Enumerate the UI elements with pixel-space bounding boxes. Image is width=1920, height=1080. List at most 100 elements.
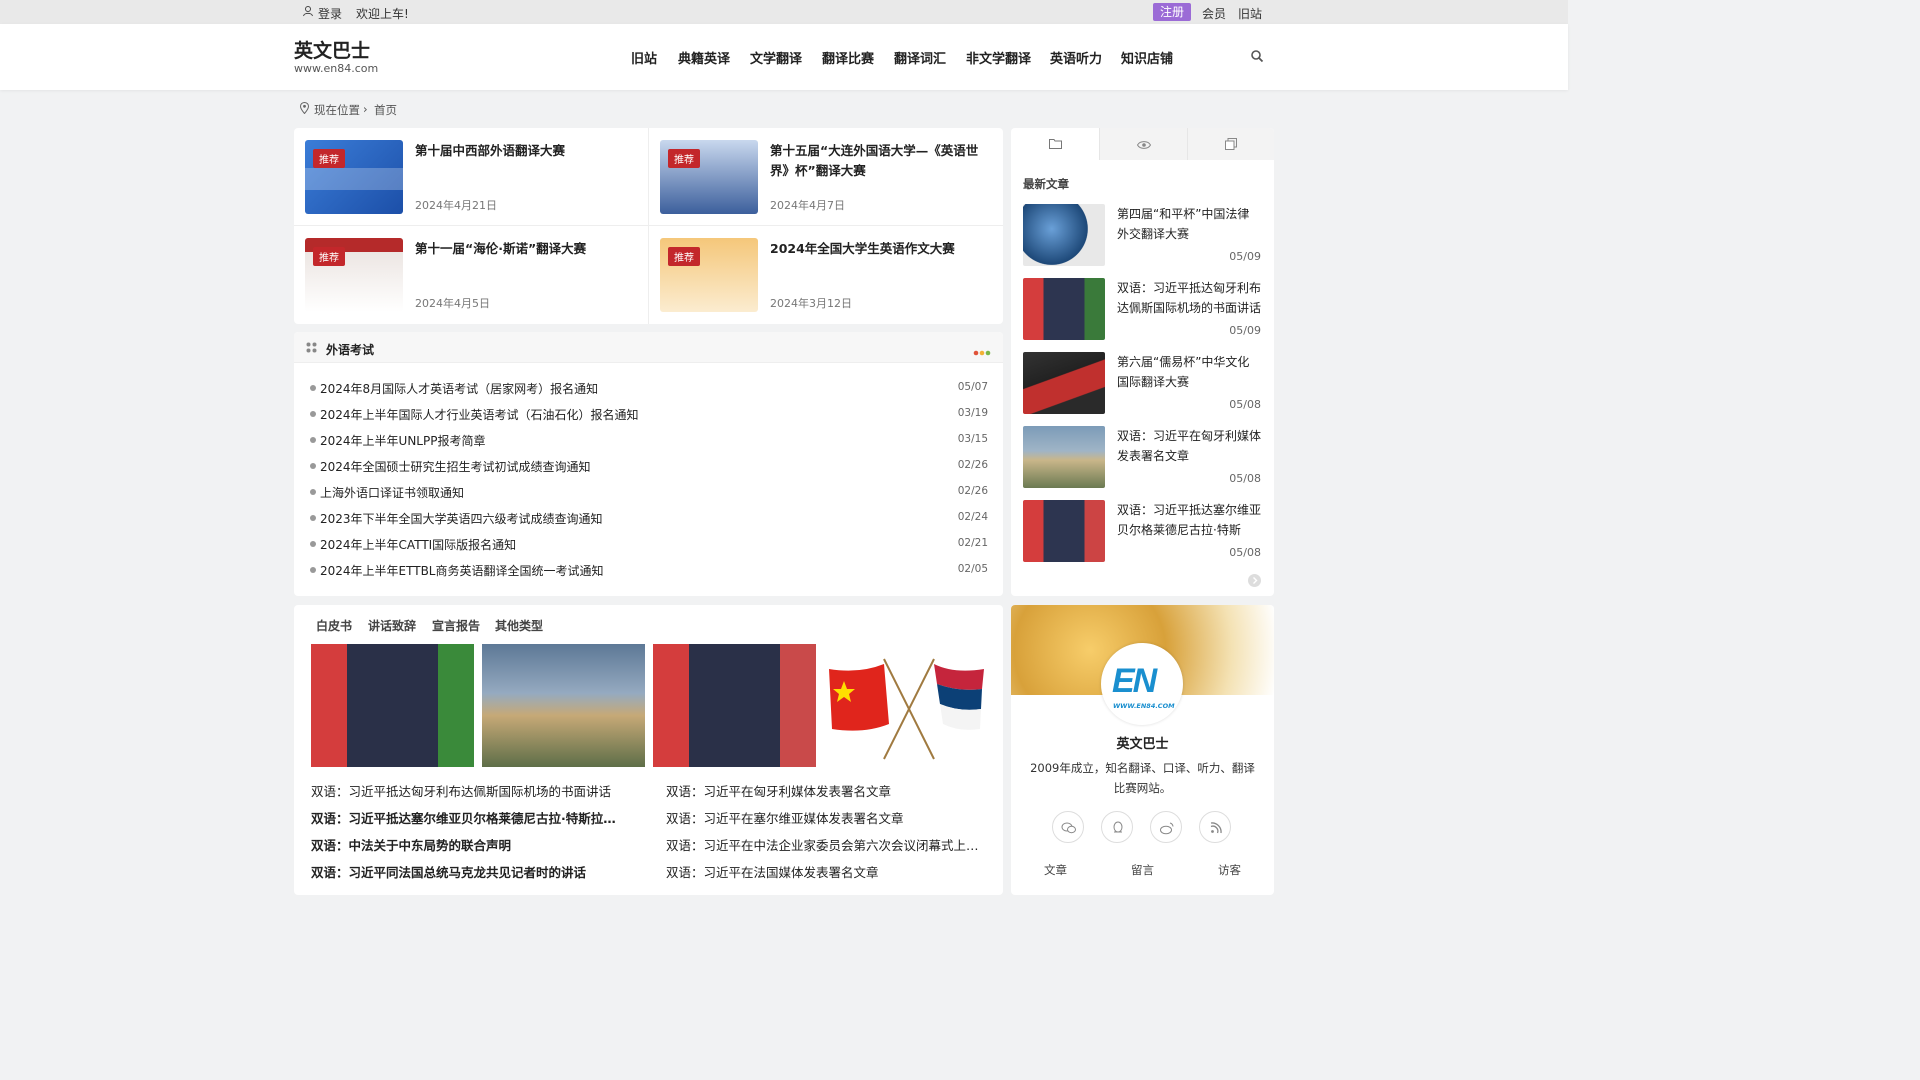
- site-header: 英文巴士 www.en84.com 旧站 典籍英译 文学翻译 翻译比赛 翻译词汇…: [0, 24, 1568, 90]
- site-logo[interactable]: 英文巴士: [294, 36, 370, 63]
- exam-item-title[interactable]: 2023年下半年全国大学英语四六级考试成绩查询通知: [320, 510, 603, 527]
- news-link[interactable]: 双语：习近平在塞尔维亚媒体发表署名文章: [666, 808, 982, 827]
- sidebar-article[interactable]: 双语：习近平在匈牙利媒体发表署名文章 05/08: [1023, 426, 1261, 490]
- weibo-icon[interactable]: [1150, 811, 1182, 843]
- nav-item-contests[interactable]: 翻译比赛: [822, 48, 874, 67]
- featured-item[interactable]: 推荐 2024年全国大学生英语作文大赛 2024年3月12日: [649, 226, 1003, 324]
- sidebar-article[interactable]: 第四届“和平杯”中国法律外交翻译大赛 05/09: [1023, 204, 1261, 268]
- member-link[interactable]: 会员: [1202, 5, 1226, 22]
- sidebar-tab-random[interactable]: [1187, 128, 1274, 160]
- exam-item-date: 03/15: [957, 433, 988, 445]
- exam-item-date: 02/26: [957, 459, 988, 471]
- tab-other[interactable]: 其他类型: [495, 617, 543, 634]
- featured-card: 推荐 第十届中西部外语翻译大赛 2024年4月21日 推荐 第十五届“大连外国语…: [294, 128, 1003, 324]
- news-link[interactable]: 双语：中法关于中东局势的联合声明: [311, 835, 627, 854]
- nav-item-shop[interactable]: 知识店铺: [1121, 48, 1173, 67]
- exam-item-title[interactable]: 2024年上半年UNLPP报考简章: [320, 432, 485, 449]
- featured-thumbnail[interactable]: 推荐: [660, 238, 758, 312]
- exam-item-date: 03/19: [957, 407, 988, 419]
- wechat-icon[interactable]: [1052, 811, 1084, 843]
- featured-thumbnail[interactable]: 推荐: [305, 238, 403, 312]
- rss-icon[interactable]: [1199, 811, 1231, 843]
- news-link[interactable]: 双语：习近平在法国媒体发表署名文章: [666, 862, 982, 881]
- news-link[interactable]: 双语：习近平同法国总统马克龙共见记者时的讲话: [311, 862, 627, 881]
- news-link[interactable]: 双语：习近平在匈牙利媒体发表署名文章: [666, 781, 982, 800]
- featured-item[interactable]: 推荐 第十一届“海伦·斯诺”翻译大赛 2024年4月5日: [294, 226, 648, 324]
- featured-date: 2024年4月5日: [415, 297, 490, 310]
- register-button[interactable]: 注册: [1153, 3, 1192, 21]
- gallery-image[interactable]: [653, 644, 816, 767]
- article-thumbnail[interactable]: [1023, 426, 1105, 488]
- nav-item-classics[interactable]: 典籍英译: [678, 48, 730, 67]
- list-item[interactable]: 2024年上半年UNLPP报考简章 03/15: [310, 430, 988, 450]
- article-thumbnail[interactable]: [1023, 204, 1105, 266]
- list-item[interactable]: 2024年全国硕士研究生招生考试初试成绩查询通知 02/26: [310, 456, 988, 476]
- featured-title[interactable]: 第十届中西部外语翻译大赛: [415, 141, 641, 161]
- sidebar-article[interactable]: 双语：习近平抵达匈牙利布达佩斯国际机场的书面讲话 05/09: [1023, 278, 1261, 342]
- eye-icon: [1136, 139, 1152, 153]
- nav-item-old-site[interactable]: 旧站: [631, 48, 657, 67]
- profile-name: 英文巴士: [1116, 737, 1169, 752]
- article-thumbnail[interactable]: [1023, 352, 1105, 414]
- recommend-badge: 推荐: [668, 247, 700, 266]
- news-link[interactable]: 双语：习近平抵达匈牙利布达佩斯国际机场的书面讲话: [311, 781, 627, 800]
- sidebar-article[interactable]: 双语：习近平抵达塞尔维亚贝尔格莱德尼古拉·特斯拉... 05/08: [1023, 500, 1261, 564]
- article-date: 05/08: [1229, 398, 1261, 411]
- next-page-icon[interactable]: [1248, 574, 1261, 587]
- nav-item-vocabulary[interactable]: 翻译词汇: [894, 48, 946, 67]
- article-title[interactable]: 双语：习近平抵达塞尔维亚贝尔格莱德尼古拉·特斯拉...: [1117, 500, 1261, 540]
- list-item[interactable]: 2023年下半年全国大学英语四六级考试成绩查询通知 02/24: [310, 508, 988, 528]
- avatar[interactable]: EN WWW.EN84.COM: [1101, 643, 1183, 725]
- exam-item-title[interactable]: 2024年上半年国际人才行业英语考试（石油石化）报名通知: [320, 406, 639, 423]
- list-item[interactable]: 上海外语口译证书领取通知 02/26: [310, 482, 988, 502]
- gallery-image[interactable]: [311, 644, 474, 767]
- list-item[interactable]: 2024年8月国际人才英语考试（居家网考）报名通知 05/07: [310, 378, 988, 398]
- article-thumbnail[interactable]: [1023, 500, 1105, 562]
- exam-item-title[interactable]: 2024年上半年CATTI国际版报名通知: [320, 536, 516, 553]
- featured-title[interactable]: 第十一届“海伦·斯诺”翻译大赛: [415, 239, 641, 259]
- old-site-link[interactable]: 旧站: [1238, 5, 1262, 22]
- nav-item-listening[interactable]: 英语听力: [1050, 48, 1102, 67]
- top-bar: 登录 欢迎上车! 注册 会员 旧站: [0, 0, 1568, 24]
- copy-icon: [1225, 138, 1237, 153]
- featured-thumbnail[interactable]: 推荐: [305, 140, 403, 214]
- gallery-image[interactable]: [482, 644, 645, 767]
- featured-item[interactable]: 推荐 第十五届“大连外国语大学—《英语世界》杯”翻译大赛 2024年4月7日: [649, 128, 1003, 226]
- news-link[interactable]: 双语：习近平抵达塞尔维亚贝尔格莱德尼古拉·特斯拉国...: [311, 808, 627, 827]
- featured-date: 2024年4月7日: [770, 199, 845, 212]
- exam-item-title[interactable]: 2024年全国硕士研究生招生考试初试成绩查询通知: [320, 458, 591, 475]
- site-url: www.en84.com: [294, 62, 379, 75]
- article-title[interactable]: 双语：习近平抵达匈牙利布达佩斯国际机场的书面讲话: [1117, 278, 1261, 318]
- news-link[interactable]: 双语：习近平在中法企业家委员会第六次会议闭幕式上的...: [666, 835, 982, 854]
- exam-item-title[interactable]: 上海外语口译证书领取通知: [320, 484, 464, 501]
- list-item[interactable]: 2024年上半年CATTI国际版报名通知 02/21: [310, 534, 988, 554]
- article-title[interactable]: 第四届“和平杯”中国法律外交翻译大赛: [1117, 204, 1261, 244]
- featured-title[interactable]: 2024年全国大学生英语作文大赛: [770, 239, 996, 259]
- list-item[interactable]: 2024年上半年ETTBL商务英语翻译全国统一考试通知 02/05: [310, 560, 988, 580]
- sidebar-article[interactable]: 第六届“儒易杯”中华文化国际翻译大赛 05/08: [1023, 352, 1261, 416]
- featured-thumbnail[interactable]: 推荐: [660, 140, 758, 214]
- article-date: 05/09: [1229, 250, 1261, 263]
- nav-item-literary[interactable]: 文学翻译: [750, 48, 802, 67]
- tab-whitepaper[interactable]: 白皮书: [316, 617, 352, 634]
- logo-url: WWW.EN84.COM: [1113, 702, 1175, 710]
- qq-icon[interactable]: [1101, 811, 1133, 843]
- article-thumbnail[interactable]: [1023, 278, 1105, 340]
- featured-title[interactable]: 第十五届“大连外国语大学—《英语世界》杯”翻译大赛: [770, 141, 996, 181]
- tab-declarations[interactable]: 宣言报告: [432, 617, 480, 634]
- article-title[interactable]: 双语：习近平在匈牙利媒体发表署名文章: [1117, 426, 1261, 466]
- more-dots-icon[interactable]: [973, 345, 991, 359]
- featured-item[interactable]: 推荐 第十届中西部外语翻译大赛 2024年4月21日: [294, 128, 648, 226]
- exam-item-title[interactable]: 2024年8月国际人才英语考试（居家网考）报名通知: [320, 380, 598, 397]
- tab-speeches[interactable]: 讲话致辞: [368, 617, 416, 634]
- search-icon[interactable]: [1250, 49, 1264, 66]
- nav-item-nonliterary[interactable]: 非文学翻译: [966, 48, 1031, 67]
- list-item[interactable]: 2024年上半年国际人才行业英语考试（石油石化）报名通知 03/19: [310, 404, 988, 424]
- login-link[interactable]: 登录: [318, 5, 342, 22]
- breadcrumb-home[interactable]: 首页: [374, 102, 397, 118]
- gallery-image[interactable]: [824, 644, 987, 767]
- exam-item-title[interactable]: 2024年上半年ETTBL商务英语翻译全国统一考试通知: [320, 562, 604, 579]
- sidebar-tab-latest[interactable]: [1011, 128, 1099, 160]
- sidebar-tab-popular[interactable]: [1099, 128, 1187, 160]
- article-title[interactable]: 第六届“儒易杯”中华文化国际翻译大赛: [1117, 352, 1261, 392]
